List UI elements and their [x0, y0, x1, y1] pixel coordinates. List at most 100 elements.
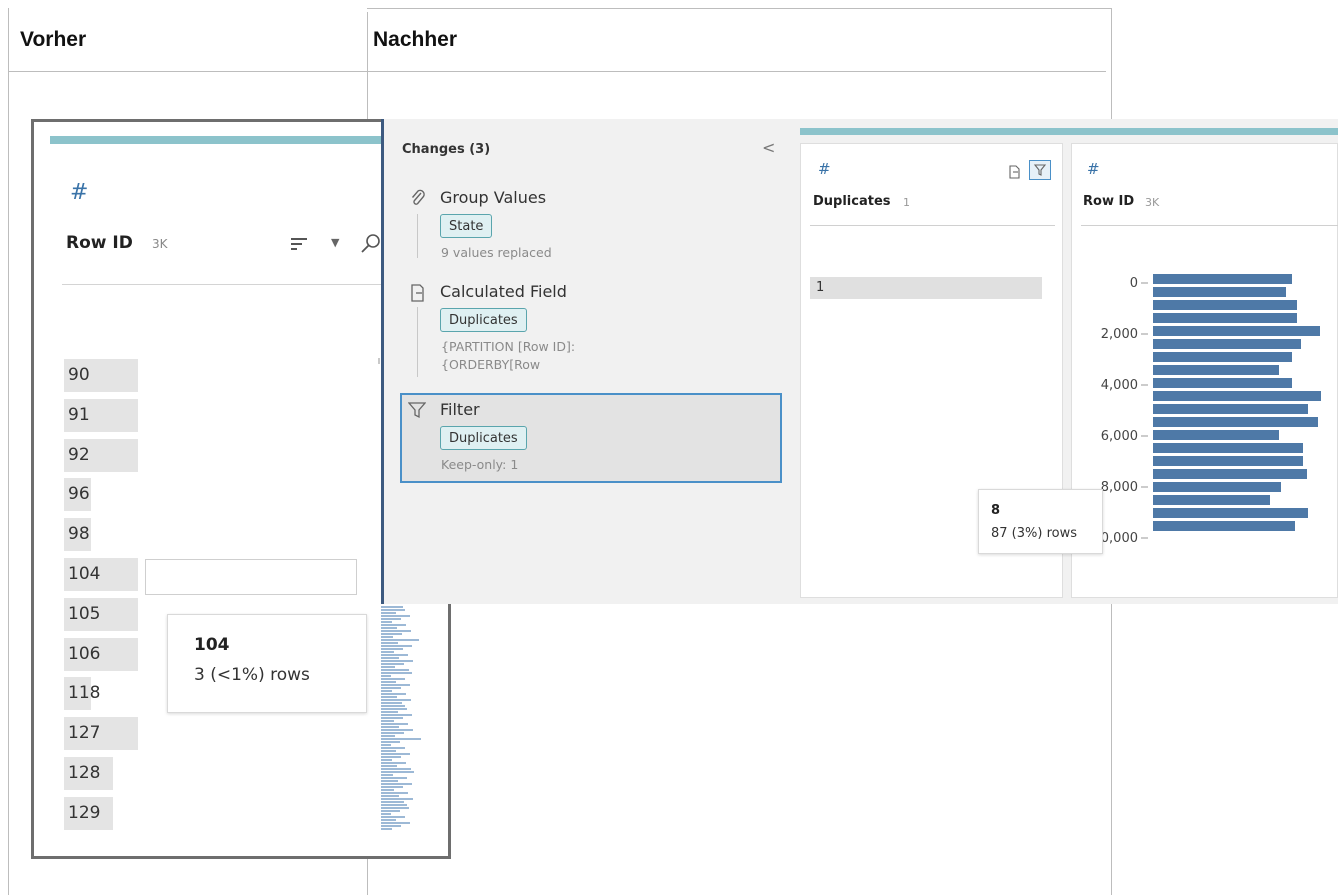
change-detail: 9 values replaced [441, 245, 552, 260]
histogram-bar [381, 633, 402, 635]
histogram-bar[interactable] [1153, 469, 1307, 479]
histogram-bar[interactable] [1153, 300, 1297, 310]
histogram-bar [381, 612, 396, 614]
histogram-bar[interactable] [1153, 508, 1308, 518]
after-teal-bar [800, 128, 1338, 135]
histogram-bar [381, 708, 407, 710]
histogram-bar [381, 630, 411, 632]
histogram-bar [381, 666, 395, 668]
duplicates-card-count: 1 [903, 196, 910, 209]
list-item[interactable]: 127 [64, 717, 138, 750]
before-tooltip-value: 104 [194, 635, 230, 655]
histogram-bar [381, 723, 408, 725]
histogram-bar [381, 615, 410, 617]
axis-tick-label: 0 [1130, 276, 1138, 291]
sort-icon[interactable] [290, 236, 308, 252]
list-item[interactable]: 118 [64, 677, 100, 710]
duplicates-value-row[interactable]: 1 [810, 277, 1042, 299]
list-item[interactable]: 105 [64, 598, 138, 631]
histogram-bar [381, 786, 403, 788]
change-name-calculated-field[interactable]: Calculated Field [440, 282, 567, 301]
header-before: Vorher [20, 28, 87, 51]
hash-icon: # [1087, 160, 1100, 178]
histogram-bar[interactable] [1153, 287, 1286, 297]
histogram-bar [381, 696, 397, 698]
list-item[interactable]: 96 [64, 478, 91, 511]
change-tag-state[interactable]: State [440, 214, 493, 238]
histogram-bar [381, 699, 411, 701]
collapse-panel-button[interactable]: < [762, 138, 775, 157]
histogram-bar [381, 825, 401, 827]
axis-tick-label: 6,000 [1101, 429, 1138, 444]
histogram-bar[interactable] [1153, 495, 1270, 505]
histogram-bar [381, 804, 407, 806]
histogram-bar[interactable] [1153, 378, 1292, 388]
histogram-bar [381, 750, 396, 752]
histogram-bar[interactable] [1153, 443, 1303, 453]
histogram-bar [381, 681, 396, 683]
axis-tick-label: 4,000 [1101, 378, 1138, 393]
histogram-bar[interactable] [1153, 274, 1292, 284]
histogram-bar [381, 624, 406, 626]
before-teal-bar [50, 136, 381, 144]
histogram-bar [381, 609, 405, 611]
change-tag-duplicates[interactable]: Duplicates [440, 426, 527, 450]
histogram-bar [381, 717, 403, 719]
histogram-bar [381, 693, 406, 695]
change-connector [417, 214, 418, 258]
histogram-bar [381, 771, 414, 773]
histogram-bar[interactable] [1153, 313, 1297, 323]
histogram-bar[interactable] [1153, 521, 1295, 531]
histogram-bar[interactable] [1153, 404, 1308, 414]
change-tag-duplicates[interactable]: Duplicates [440, 308, 527, 332]
histogram-bar[interactable] [1153, 456, 1303, 466]
list-item-label: 118 [68, 683, 101, 703]
histogram-bar[interactable] [1153, 339, 1301, 349]
histogram-bar[interactable] [1153, 365, 1279, 375]
list-item-label: 90 [68, 365, 90, 385]
histogram-bar [381, 822, 410, 824]
histogram-bar [381, 792, 408, 794]
list-item[interactable]: 128 [64, 757, 113, 790]
histogram-bar [381, 783, 412, 785]
list-item[interactable]: 104 [64, 558, 138, 591]
after-tooltip: 8 87 (3%) rows [978, 489, 1103, 554]
list-item[interactable]: 129 [64, 797, 113, 830]
duplicates-card-title: Duplicates [813, 194, 891, 209]
histogram-bar[interactable] [1153, 391, 1321, 401]
histogram-bar [381, 774, 393, 776]
change-name-group-values[interactable]: Group Values [440, 188, 546, 207]
change-name-filter[interactable]: Filter [440, 400, 480, 419]
calculated-field-icon [410, 284, 426, 306]
histogram-bar[interactable] [1153, 326, 1320, 336]
table-border-top [367, 8, 1111, 9]
histogram-bar [381, 684, 410, 686]
histogram-bar[interactable] [1153, 430, 1279, 440]
list-item[interactable]: 90 [64, 359, 138, 392]
histogram-bar[interactable] [1153, 482, 1281, 492]
list-item[interactable]: 98 [64, 518, 91, 551]
search-icon[interactable] [358, 232, 380, 256]
list-item[interactable]: 92 [64, 439, 138, 472]
calculated-field-icon[interactable] [1009, 164, 1021, 183]
hash-icon: # [70, 180, 89, 205]
histogram-bar [381, 645, 412, 647]
histogram-bar [381, 738, 421, 740]
histogram-bar [381, 747, 405, 749]
list-item[interactable]: 106 [64, 638, 138, 671]
list-item[interactable]: 91 [64, 399, 138, 432]
filter-icon[interactable] [1029, 160, 1051, 180]
change-connector [417, 307, 418, 377]
histogram-bar [381, 735, 395, 737]
histogram-bar [381, 663, 404, 665]
axis-tick-label: 8,000 [1101, 480, 1138, 495]
histogram-bar[interactable] [1153, 352, 1292, 362]
histogram-bar [381, 687, 401, 689]
chevron-down-icon[interactable]: ▼ [331, 236, 339, 249]
histogram-bar [381, 819, 396, 821]
list-item-label: 92 [68, 445, 90, 465]
histogram-bar [381, 813, 391, 815]
histogram-bar[interactable] [1153, 417, 1318, 427]
rowid-histogram: 02,0004,0006,0008,00010,000 [1093, 274, 1321, 546]
histogram-bar [381, 654, 408, 656]
